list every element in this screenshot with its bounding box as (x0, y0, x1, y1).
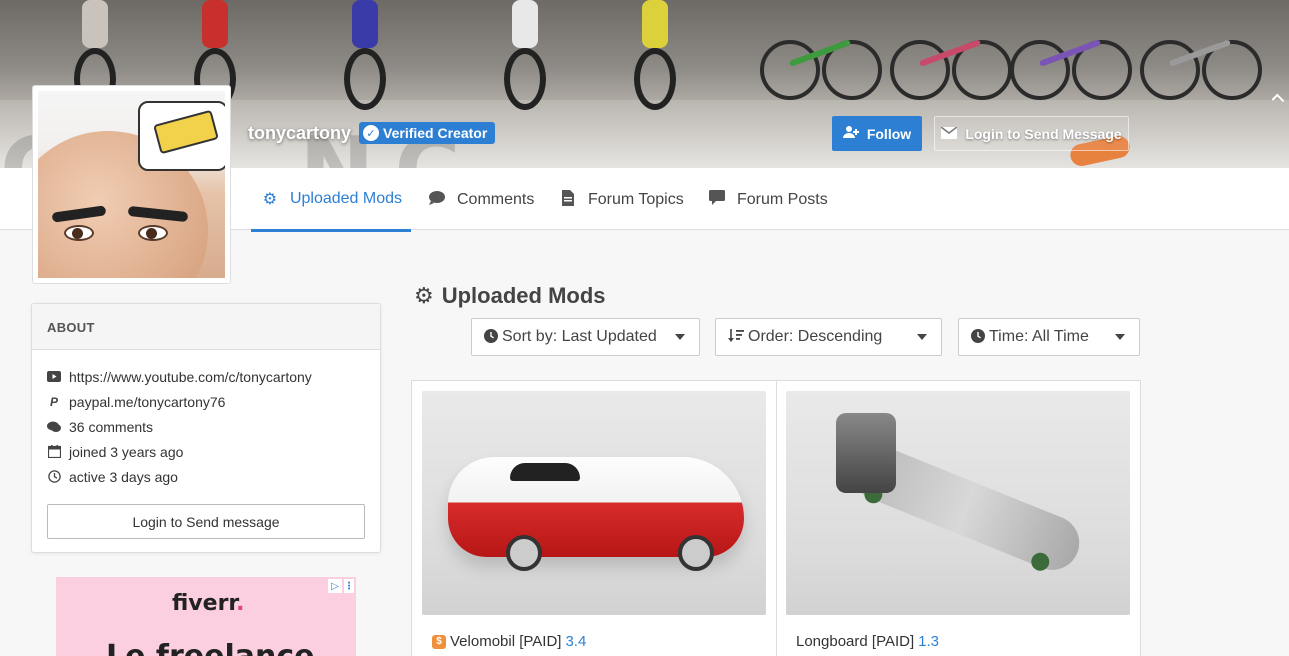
adchoices-icon[interactable]: ▷ (328, 579, 342, 593)
envelope-icon (940, 125, 958, 142)
follow-label: Follow (866, 125, 912, 142)
tab-comments[interactable]: Comments (421, 168, 540, 232)
banner-bicycle (760, 20, 882, 100)
gears-icon: ⚙ (414, 283, 434, 308)
banner-rider (490, 0, 560, 110)
login-to-send-message-panel-button[interactable]: Login to Send message (47, 504, 365, 539)
mod-card[interactable]: Longboard [PAID] 1.3 (786, 391, 1130, 650)
comments-icon (47, 420, 61, 434)
caret-down-icon (675, 334, 685, 340)
about-heading: ABOUT (32, 304, 380, 350)
mod-thumbnail[interactable] (422, 391, 766, 615)
clock-icon (47, 470, 61, 484)
ad-menu-icon[interactable]: ⋮ (344, 579, 354, 593)
check-circle-icon: ✓ (363, 125, 380, 141)
paypal-icon: P (49, 394, 58, 409)
about-item-text: paypal.me/tonycartony76 (69, 393, 226, 410)
clock-icon (971, 328, 985, 346)
follow-button[interactable]: Follow (832, 116, 922, 151)
caret-down-icon (917, 334, 927, 340)
message-icon (707, 190, 727, 210)
avatar (32, 85, 231, 284)
login-message-label: Login to Send Message (965, 125, 1122, 142)
caret-down-icon (1115, 334, 1125, 340)
paid-icon: $ (432, 634, 446, 649)
avatar-image (38, 91, 225, 278)
about-item-text: 36 comments (69, 418, 154, 435)
user-plus-icon (842, 125, 859, 142)
username[interactable]: tonycartony (248, 123, 351, 144)
tab-label: Forum Topics (588, 191, 684, 208)
sort-dropdown[interactable]: Sort by: Last Updated (471, 318, 700, 356)
mod-name[interactable]: Longboard [PAID] (796, 633, 914, 650)
mod-version: 3.4 (565, 633, 587, 650)
advertisement[interactable]: fiverr. Le freelance ▷ ⋮ (56, 577, 356, 656)
banner-bicycle (1140, 20, 1262, 100)
time-dropdown[interactable]: Time: All Time (958, 318, 1140, 356)
mod-name[interactable]: Velomobil [PAID] (450, 633, 561, 650)
mods-grid: $ Velomobil [PAID] 3.4 Longboard [PAID] … (411, 380, 1141, 656)
youtube-icon (47, 370, 61, 384)
tab-uploaded-mods[interactable]: ⚙ Uploaded Mods (251, 168, 411, 232)
grid-divider (776, 381, 777, 656)
gears-icon: ⚙ (262, 190, 278, 208)
ad-headline: Le freelance (106, 639, 314, 656)
section-title: ⚙ Uploaded Mods (414, 283, 606, 309)
about-item-comments: 36 comments (47, 414, 365, 439)
banner-rider (330, 0, 400, 110)
about-list: https://www.youtube.com/c/tonycartony P … (32, 350, 380, 489)
comment-icon (427, 190, 447, 210)
about-item-youtube[interactable]: https://www.youtube.com/c/tonycartony (47, 364, 365, 389)
tab-label: Comments (457, 191, 535, 208)
mod-thumbnail[interactable] (786, 391, 1130, 615)
tab-label: Uploaded Mods (289, 189, 403, 207)
file-icon (558, 189, 578, 211)
ad-logo: fiverr. (172, 591, 245, 616)
verified-label: Verified Creator (383, 125, 488, 141)
tab-forum-topics[interactable]: Forum Topics (552, 168, 690, 232)
profile-name-row: tonycartony ✓ Verified Creator (248, 122, 496, 144)
about-item-text: active 3 days ago (69, 468, 178, 485)
login-to-send-message-button[interactable]: Login to Send Message (934, 116, 1129, 151)
sort-label: Sort by: Last Updated (502, 328, 657, 345)
tab-label: Forum Posts (737, 191, 828, 208)
tab-forum-posts[interactable]: Forum Posts (701, 168, 834, 232)
calendar-icon (47, 445, 61, 459)
about-item-active: active 3 days ago (47, 464, 365, 489)
mod-card[interactable]: $ Velomobil [PAID] 3.4 (422, 391, 766, 650)
sort-descending-icon (728, 328, 744, 346)
clock-icon (484, 328, 498, 346)
mod-title-row[interactable]: $ Velomobil [PAID] 3.4 (422, 633, 766, 650)
order-dropdown[interactable]: Order: Descending (715, 318, 942, 356)
banner-bicycle (890, 20, 1012, 100)
about-item-paypal[interactable]: P paypal.me/tonycartony76 (47, 389, 365, 414)
section-title-text: Uploaded Mods (441, 283, 606, 308)
mod-version: 1.3 (918, 633, 939, 650)
time-label: Time: All Time (989, 328, 1089, 345)
mod-title-row[interactable]: Longboard [PAID] 1.3 (786, 633, 1130, 650)
about-item-text: https://www.youtube.com/c/tonycartony (69, 368, 312, 385)
banner-rider (620, 0, 690, 110)
banner-bicycle (1010, 20, 1132, 100)
verified-creator-badge: ✓ Verified Creator (359, 122, 496, 144)
about-item-text: joined 3 years ago (69, 443, 184, 460)
about-panel: ABOUT https://www.youtube.com/c/tonycart… (31, 303, 381, 553)
order-label: Order: Descending (748, 328, 883, 345)
about-item-joined: joined 3 years ago (47, 439, 365, 464)
